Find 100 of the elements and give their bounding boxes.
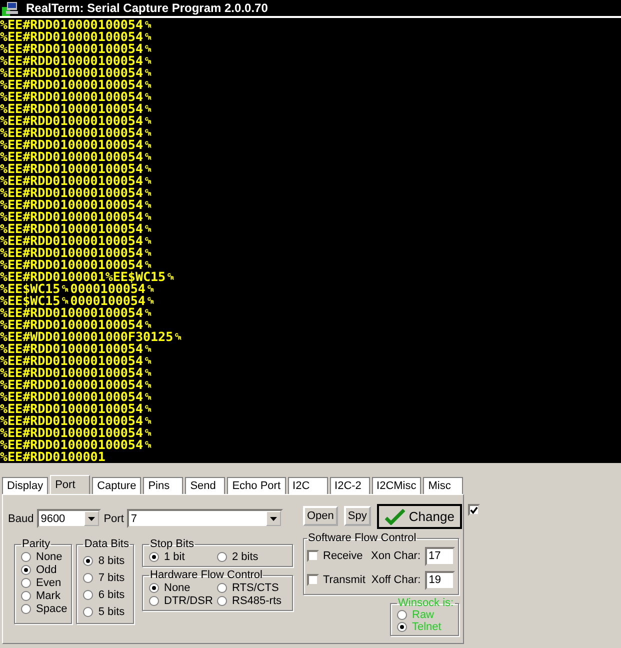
- option-label: Even: [36, 576, 62, 588]
- dropdown-arrow-icon: [88, 516, 95, 520]
- radio-button[interactable]: [21, 564, 31, 574]
- terminal-line: %EE#RDD010000100054␍: [0, 415, 153, 427]
- terminal-line: %EE#RDD010000100054␍: [0, 379, 153, 391]
- terminal-line: %EE#RDD010000100054␍: [0, 103, 153, 115]
- terminal-line: %EE#RDD010000100054␍: [0, 439, 153, 451]
- change-button[interactable]: Change: [376, 504, 462, 529]
- terminal-line: %EE#RDD010000100054␍: [0, 403, 153, 415]
- option-label: 7 bits: [98, 572, 125, 584]
- terminal-line: %EE#RDD010000100054␍: [0, 199, 153, 211]
- terminal-line: %EE#RDD010000100054␍: [0, 427, 153, 439]
- option-label: 5 bits: [98, 606, 125, 618]
- tab[interactable]: Capture: [92, 477, 142, 494]
- window-title: RealTerm: Serial Capture Program 2.0.0.70: [26, 1, 268, 15]
- terminal-line: %EE#RDD010000100054␍: [0, 151, 153, 163]
- tab[interactable]: Pins: [143, 477, 184, 494]
- terminal-line: %EE$WC15␍0000100054␍: [0, 283, 156, 295]
- char-field[interactable]: 19: [424, 570, 455, 590]
- checkbox-label: Receive: [323, 550, 364, 562]
- terminal-line: %EE#RDD010000100054␍: [0, 127, 153, 139]
- group-title: Data Bits: [83, 538, 130, 550]
- terminal-line: %EE#RDD010000100054␍: [0, 355, 153, 367]
- radio-button[interactable]: [83, 590, 94, 600]
- terminal-line: %EE#RDD010000100054␍: [0, 247, 153, 259]
- terminal-line: %EE#RDD0100001: [0, 451, 106, 463]
- terminal-line: %EE#RDD010000100054␍: [0, 235, 153, 247]
- checkbox[interactable]: [307, 550, 319, 562]
- radio-button[interactable]: [397, 622, 407, 632]
- option-label: 2 bits: [232, 550, 258, 562]
- radio-button[interactable]: [21, 578, 31, 588]
- option-label: 8 bits: [98, 554, 125, 566]
- option-label: Telnet: [412, 621, 442, 633]
- tab[interactable]: I2CMisc: [372, 477, 422, 494]
- port-button[interactable]: Open: [303, 506, 338, 526]
- terminal-line: %EE#WDD0100001000F30125␍: [0, 331, 184, 343]
- terminal-line: %EE#RDD010000100054␍: [0, 319, 153, 331]
- radio-button[interactable]: [83, 572, 94, 582]
- terminal-line: %EE#RDD010000100054␍: [0, 175, 153, 187]
- group-title: Parity: [21, 538, 52, 550]
- option-label: RTS/CTS: [232, 582, 279, 594]
- port-label: Port: [104, 512, 124, 524]
- tab[interactable]: Send: [185, 477, 226, 494]
- terminal-line: %EE#RDD010000100054␍: [0, 19, 153, 31]
- terminal-line: %EE#RDD010000100054␍: [0, 343, 153, 355]
- option-label: DTR/DSR: [164, 594, 213, 606]
- radio-button[interactable]: [83, 556, 94, 566]
- port-button[interactable]: Spy: [344, 506, 371, 526]
- baud-combo[interactable]: 9600: [36, 509, 101, 528]
- checkbox[interactable]: [307, 574, 319, 586]
- char-field[interactable]: 17: [424, 546, 455, 566]
- option-label: 6 bits: [98, 588, 125, 600]
- tab[interactable]: Echo Port: [227, 477, 286, 494]
- tab[interactable]: Display: [2, 477, 48, 494]
- terminal-line: %EE#RDD010000100054␍: [0, 163, 153, 175]
- char-label: Xoff Char:: [371, 574, 421, 586]
- tab[interactable]: Misc: [423, 477, 464, 494]
- terminal-line: %EE#RDD010000100054␍: [0, 43, 153, 55]
- port-combo[interactable]: 7: [126, 509, 283, 528]
- radio-button[interactable]: [149, 552, 159, 562]
- radio-button[interactable]: [21, 552, 31, 562]
- radio-button[interactable]: [21, 604, 31, 614]
- radio-button[interactable]: [217, 552, 227, 562]
- terminal-line: %EE#RDD010000100054␍: [0, 211, 153, 223]
- option-label: Mark: [36, 590, 60, 602]
- checkbox[interactable]: [468, 504, 480, 516]
- baud-label: Baud: [8, 512, 34, 524]
- radio-button[interactable]: [149, 596, 159, 606]
- computer-icon: [2, 0, 18, 16]
- radio-button[interactable]: [83, 606, 94, 616]
- radio-button[interactable]: [21, 590, 31, 600]
- terminal-line: %EE#RDD010000100054␍: [0, 139, 153, 151]
- terminal-line: %EE#RDD010000100054␍: [0, 367, 153, 379]
- option-label: 1 bit: [164, 550, 185, 562]
- group-title: Software Flow Control: [307, 532, 418, 544]
- terminal-line: %EE#RDD010000100054␍: [0, 91, 153, 103]
- group-title: Stop Bits: [149, 538, 196, 550]
- radio-button[interactable]: [397, 610, 407, 620]
- checkbox-label: Transmit: [323, 574, 366, 586]
- radio-button[interactable]: [149, 582, 159, 592]
- terminal-line: %EE#RDD010000100054␍: [0, 67, 153, 79]
- terminal-line: %EE#RDD010000100054␍: [0, 223, 153, 235]
- terminal-line: %EE#RDD010000100054␍: [0, 31, 153, 43]
- radio-button[interactable]: [217, 596, 227, 606]
- tab[interactable]: Port: [50, 475, 90, 494]
- terminal-line: %EE#RDD010000100054␍: [0, 187, 153, 199]
- tab[interactable]: I2C-2: [330, 477, 370, 494]
- char-label: Xon Char:: [371, 550, 421, 562]
- option-label: Space: [36, 602, 68, 614]
- group-title: Winsock is:: [397, 597, 455, 609]
- terminal-line: %EE#RDD010000100054␍: [0, 55, 153, 67]
- terminal-line: %EE#RDD010000100054␍: [0, 115, 153, 127]
- option-label: Raw: [412, 609, 434, 621]
- terminal-line: %EE#RDD010000100054␍: [0, 391, 153, 403]
- dropdown-arrow-icon: [270, 516, 277, 520]
- group-title: Hardware Flow Control: [149, 569, 264, 581]
- terminal-line: %EE#RDD010000100054␍: [0, 307, 153, 319]
- tab[interactable]: I2C: [288, 477, 328, 494]
- terminal-line: %EE#RDD010000100054␍: [0, 79, 153, 91]
- radio-button[interactable]: [217, 582, 227, 592]
